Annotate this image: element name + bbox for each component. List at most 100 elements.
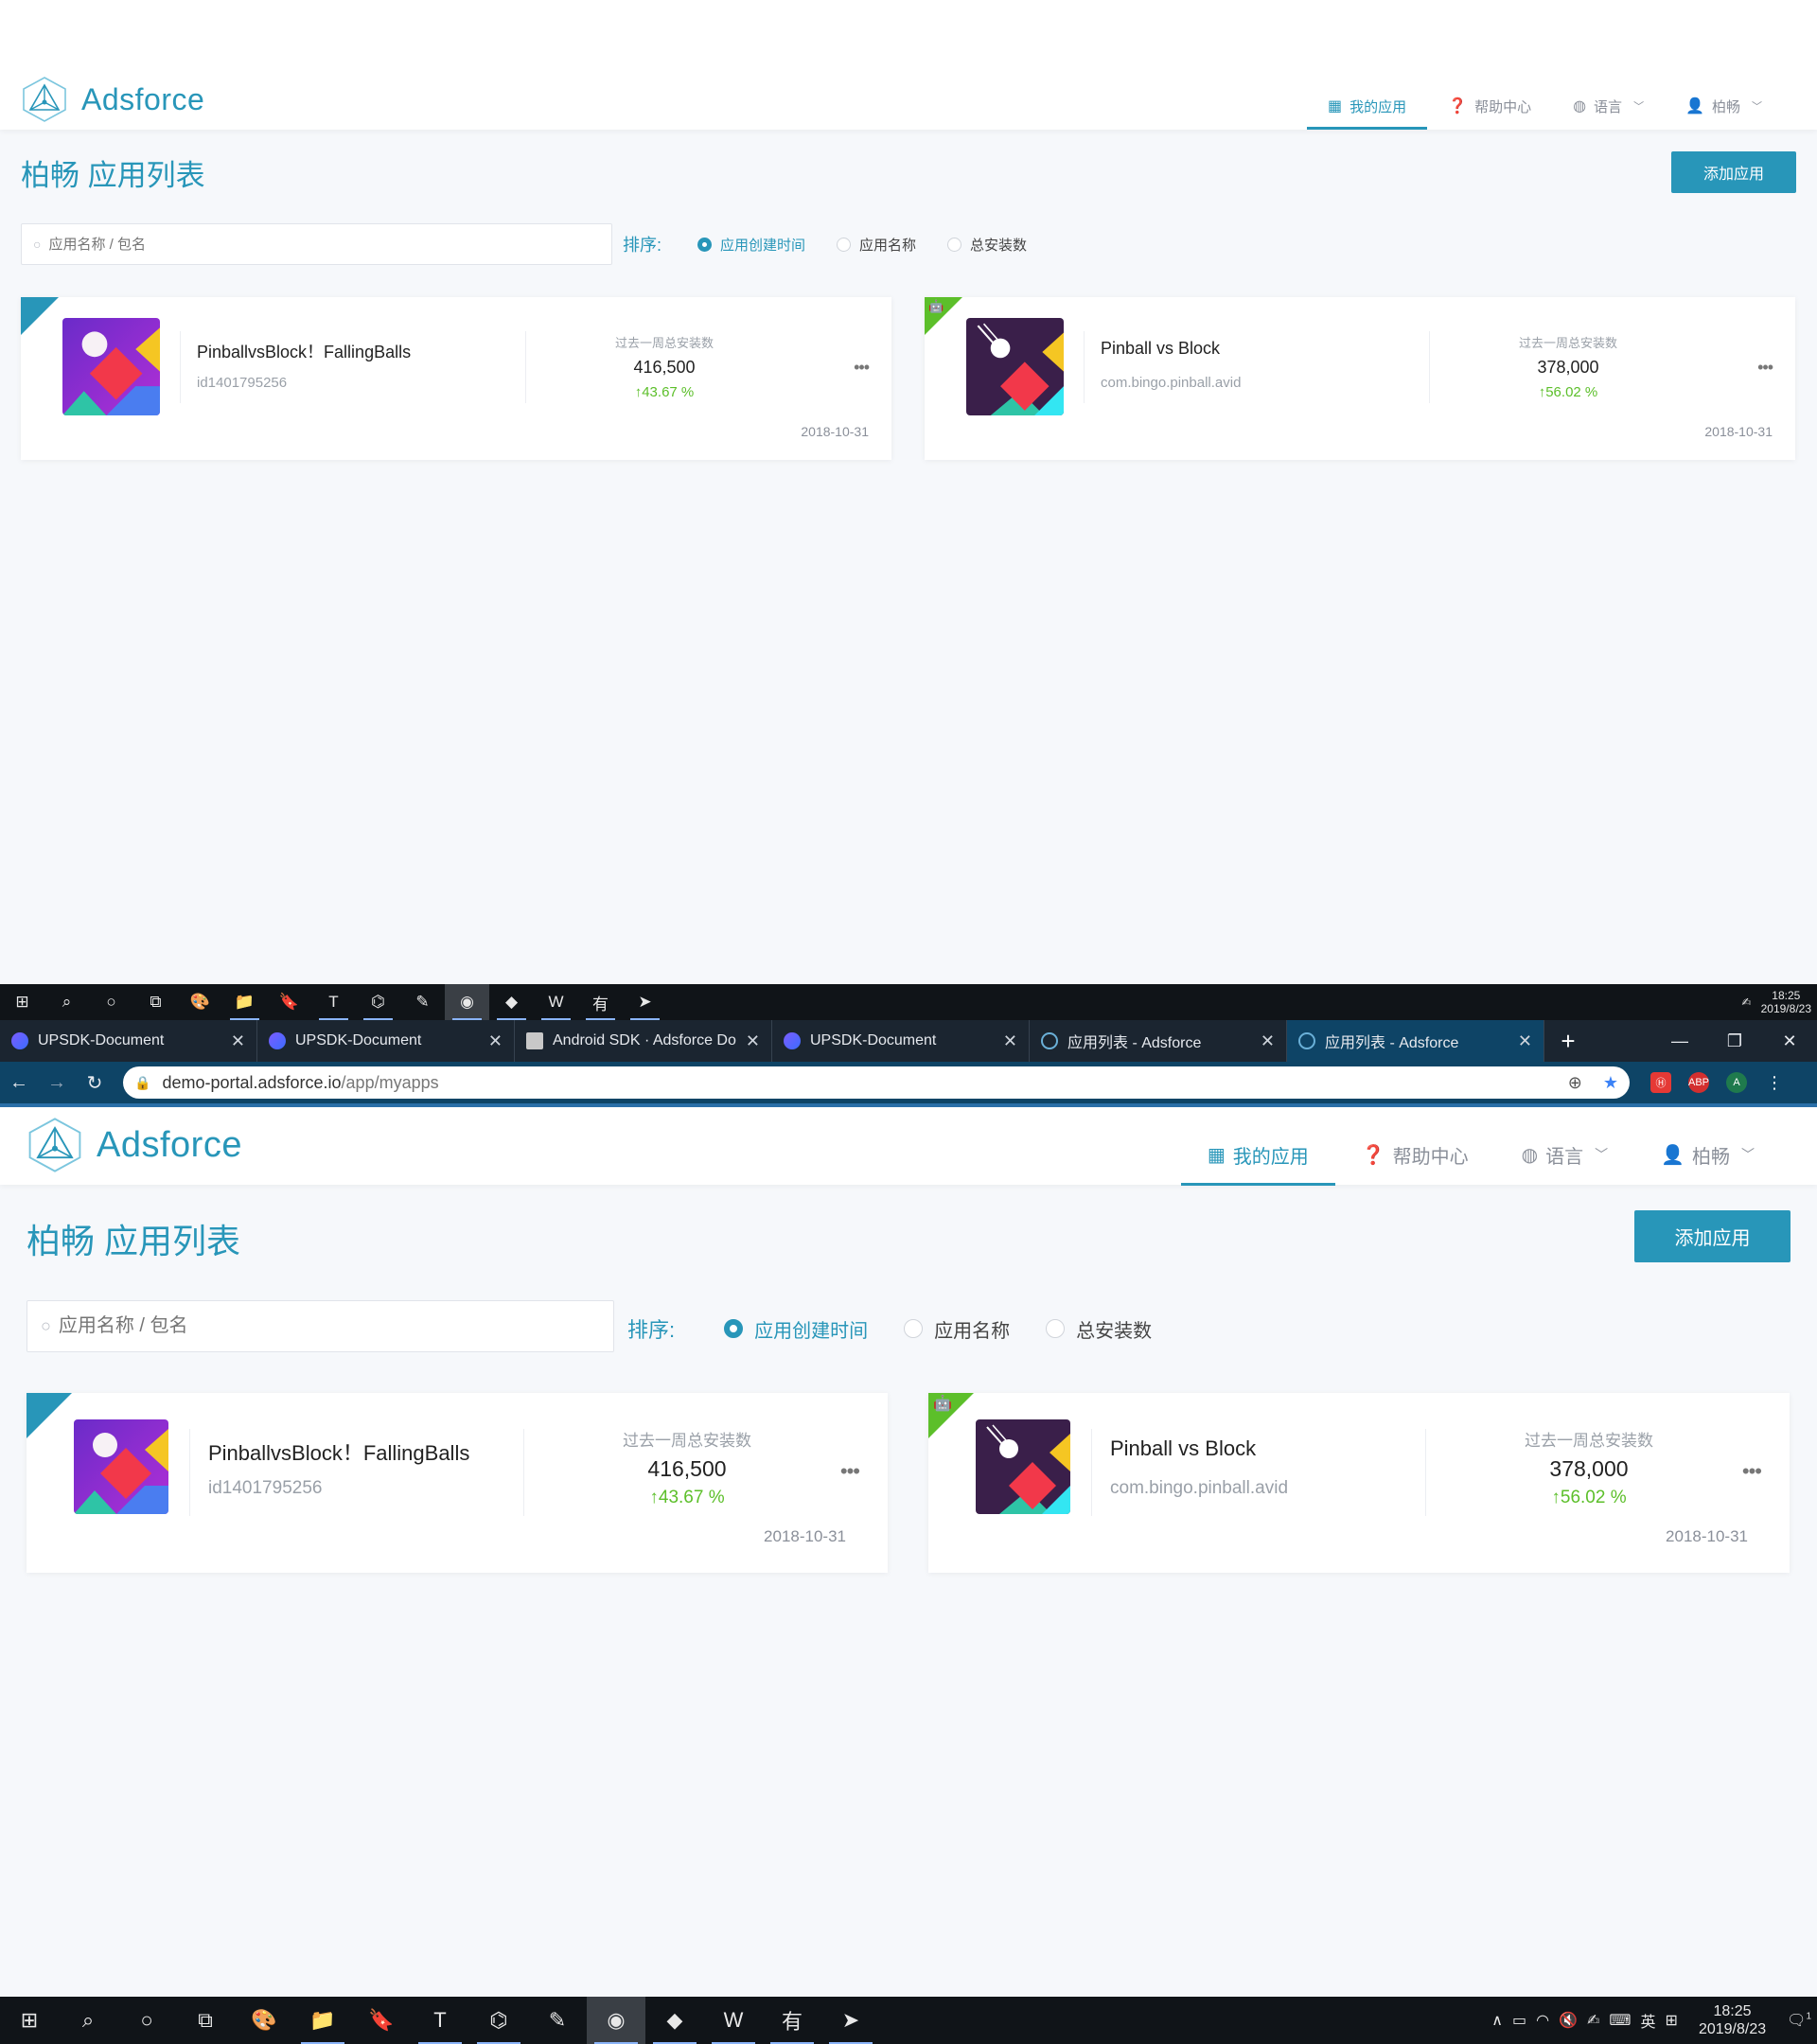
more-options-icon[interactable]: ••• (854, 358, 870, 378)
notepad-icon[interactable]: ✎ (528, 1997, 587, 2044)
app-card[interactable]: PinballvsBlock！FallingBalls id1401795256… (21, 297, 891, 460)
chrome-icon[interactable]: ◉ (445, 984, 489, 1020)
add-app-button[interactable]: 添加应用 (1634, 1210, 1791, 1262)
logo[interactable]: Adsforce (21, 76, 204, 123)
git-icon[interactable]: ◆ (489, 984, 534, 1020)
word-icon[interactable]: W (534, 984, 578, 1020)
profile-avatar-icon[interactable]: A (1726, 1072, 1747, 1093)
nav-language[interactable]: ◍ 语言 ﹀ (1552, 83, 1665, 129)
new-tab-icon[interactable]: + (1544, 1020, 1592, 1062)
pen-icon[interactable]: ✍ (1742, 996, 1752, 1009)
sort-by-created[interactable]: 应用创建时间 (724, 1315, 868, 1343)
more-options-icon[interactable]: ••• (1757, 358, 1773, 378)
search-input[interactable] (48, 236, 570, 253)
show-hidden-icons-icon[interactable]: ∧ (1491, 2011, 1503, 2030)
cortana-icon[interactable]: ○ (89, 984, 133, 1020)
keyboard-icon[interactable]: ⌨ (1609, 2011, 1631, 2030)
reload-icon[interactable]: ↻ (76, 1071, 114, 1095)
extension-red-icon[interactable]: Ⓗ (1650, 1072, 1671, 1093)
nav-language[interactable]: ◍ 语言 ﹀ (1495, 1124, 1634, 1185)
notepad-icon[interactable]: ✎ (400, 984, 445, 1020)
logo[interactable]: Adsforce (26, 1117, 242, 1173)
pen-icon[interactable]: ✍ (1587, 2011, 1599, 2030)
feishu-icon[interactable]: ➤ (821, 1997, 880, 2044)
sort-by-created[interactable]: 应用创建时间 (697, 235, 805, 255)
ime-grid-icon[interactable]: ⊞ (1666, 2011, 1678, 2030)
search-box[interactable]: ○ (21, 223, 612, 265)
bookmark-app-icon[interactable]: 🔖 (352, 1997, 411, 2044)
battery-icon[interactable]: ▭ (1512, 2011, 1526, 2030)
restore-icon[interactable]: ❐ (1707, 1020, 1762, 1062)
word-icon[interactable]: W (704, 1997, 763, 2044)
browser-tab[interactable]: 应用列表 - Adsforce ✕ (1030, 1020, 1287, 1062)
close-icon[interactable]: ✕ (231, 1031, 245, 1051)
git-icon[interactable]: ◆ (645, 1997, 704, 2044)
clock[interactable]: 18:25 2019/8/23 (1699, 2002, 1766, 2038)
paint-icon[interactable]: 🎨 (235, 1997, 293, 2044)
typora-icon[interactable]: T (411, 1997, 469, 2044)
cortana-icon[interactable]: ○ (117, 1997, 176, 2044)
nav-help-center[interactable]: ❓ 帮助中心 (1427, 83, 1552, 129)
url-text[interactable]: demo-portal.adsforce.io/app/myapps (162, 1073, 1556, 1093)
paint-icon[interactable]: 🎨 (178, 984, 222, 1020)
back-icon[interactable]: ← (0, 1072, 38, 1094)
browser-tab[interactable]: Android SDK · Adsforce Do ✕ (515, 1020, 772, 1062)
zoom-icon[interactable]: ⊕ (1568, 1073, 1582, 1093)
windows-start-icon[interactable]: ⊞ (0, 984, 44, 1020)
address-bar[interactable]: 🔒 demo-portal.adsforce.io/app/myapps ⊕ ★ (123, 1066, 1630, 1099)
sort-by-name[interactable]: 应用名称 (904, 1315, 1010, 1343)
task-view-icon[interactable]: ⧉ (133, 984, 178, 1020)
close-icon[interactable]: ✕ (1003, 1031, 1017, 1051)
app-card[interactable]: PinballvsBlock！FallingBalls id1401795256… (26, 1393, 888, 1573)
more-options-icon[interactable]: ••• (840, 1459, 860, 1484)
lock-icon[interactable]: 🔒 (134, 1075, 150, 1091)
adblock-icon[interactable]: ABP (1688, 1072, 1709, 1093)
windows-start-icon[interactable]: ⊞ (0, 1997, 59, 2044)
bookmark-app-icon[interactable]: 🔖 (267, 984, 311, 1020)
browser-tab-active[interactable]: 应用列表 - Adsforce ✕ (1287, 1020, 1544, 1062)
minimize-icon[interactable]: — (1652, 1020, 1707, 1062)
search-icon[interactable]: ⌕ (44, 984, 89, 1020)
close-icon[interactable]: ✕ (746, 1031, 760, 1051)
youdao-icon[interactable]: 有 (763, 1997, 821, 2044)
nav-help-center[interactable]: ❓ 帮助中心 (1335, 1124, 1495, 1185)
youdao-icon[interactable]: 有 (578, 984, 623, 1020)
vscode-icon[interactable]: ⌬ (469, 1997, 528, 2044)
app-card[interactable]: 🤖 Pinball vs Block com.bingo.pinball.avi… (925, 297, 1795, 460)
clock[interactable]: 18:25 2019/8/23 (1761, 989, 1811, 1016)
vscode-icon[interactable]: ⌬ (356, 984, 400, 1020)
search-input[interactable] (58, 1315, 574, 1337)
nav-user-menu[interactable]: 👤 柏畅 ﹀ (1665, 83, 1783, 129)
file-explorer-icon[interactable]: 📁 (222, 984, 267, 1020)
close-icon[interactable]: ✕ (488, 1031, 503, 1051)
sort-by-name[interactable]: 应用名称 (837, 235, 916, 255)
app-card[interactable]: 🤖 Pinball vs Block com.bingo.pinball.avi… (928, 1393, 1790, 1573)
more-options-icon[interactable]: ••• (1742, 1459, 1762, 1484)
bookmark-star-icon[interactable]: ★ (1603, 1073, 1618, 1093)
feishu-icon[interactable]: ➤ (623, 984, 667, 1020)
sort-by-installs[interactable]: 总安装数 (947, 235, 1027, 255)
wifi-icon[interactable]: ◠ (1536, 2011, 1549, 2030)
close-icon[interactable]: ✕ (1518, 1031, 1532, 1051)
close-icon[interactable]: ✕ (1261, 1031, 1275, 1051)
typora-icon[interactable]: T (311, 984, 356, 1020)
forward-icon[interactable]: → (38, 1072, 76, 1094)
chrome-icon[interactable]: ◉ (587, 1997, 645, 2044)
ime-indicator[interactable]: 英 (1641, 2009, 1656, 2032)
add-app-button[interactable]: 添加应用 (1671, 151, 1796, 193)
nav-my-apps[interactable]: ▦ 我的应用 (1307, 83, 1428, 130)
sort-by-installs[interactable]: 总安装数 (1046, 1315, 1152, 1343)
task-view-icon[interactable]: ⧉ (176, 1997, 235, 2044)
nav-user-menu[interactable]: 👤 柏畅 ﹀ (1634, 1124, 1781, 1185)
menu-icon[interactable]: ⋮ (1764, 1072, 1785, 1093)
browser-tab[interactable]: UPSDK-Document ✕ (0, 1020, 257, 1062)
browser-tab[interactable]: UPSDK-Document ✕ (257, 1020, 515, 1062)
volume-mute-icon[interactable]: 🔇 (1559, 2011, 1578, 2030)
notification-icon[interactable]: 🗨1 (1787, 2011, 1811, 2030)
browser-tab[interactable]: UPSDK-Document ✕ (772, 1020, 1030, 1062)
file-explorer-icon[interactable]: 📁 (293, 1997, 352, 2044)
close-window-icon[interactable]: ✕ (1762, 1020, 1817, 1062)
nav-my-apps[interactable]: ▦ 我的应用 (1180, 1124, 1335, 1186)
search-box[interactable]: ○ (26, 1300, 614, 1352)
search-icon[interactable]: ⌕ (59, 1997, 117, 2044)
